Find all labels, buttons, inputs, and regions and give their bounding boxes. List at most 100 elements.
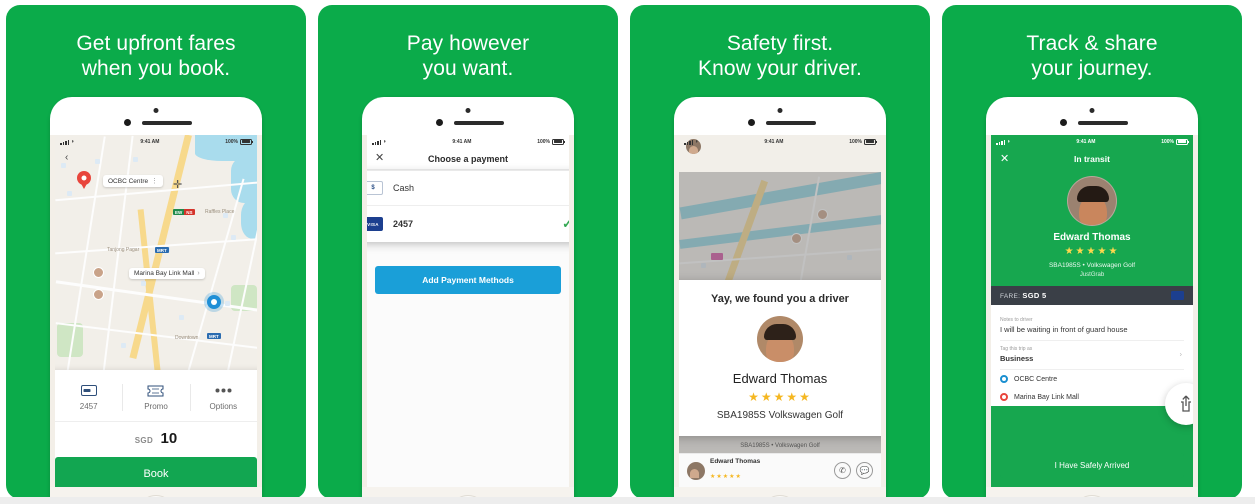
headline-line-1: Pay however bbox=[406, 32, 530, 55]
phone-screen-3: Driver on the way 50:00 G ◗ 9:41 AM 100% bbox=[679, 135, 881, 487]
status-time: 9:41 AM bbox=[1076, 138, 1096, 145]
battery-percent: 100% bbox=[225, 138, 238, 145]
close-icon[interactable]: ✕ bbox=[375, 153, 384, 164]
wifi-icon: ◗ bbox=[695, 138, 699, 145]
driver-rating-stars: ★★★★★ bbox=[748, 390, 812, 404]
sensor-icon bbox=[436, 119, 443, 126]
stop-dropoff: Marina Bay Link Mall bbox=[1000, 388, 1184, 406]
panel-1-headline: Get upfront fares when you book. bbox=[6, 5, 306, 81]
driver-name-small: Edward Thomas bbox=[710, 458, 761, 465]
driver-vehicle: SBA1985S • Volkswagen Golf bbox=[1048, 262, 1136, 269]
status-bar-1: ◗ 9:41 AM 100% bbox=[55, 135, 257, 148]
in-transit-view: ◗ 9:41 AM 100% ✕ In transit Edward Thoma… bbox=[991, 135, 1193, 487]
map-area-label-raffles: Raffles Place bbox=[205, 209, 235, 215]
driver-found-title: Yay, we found you a driver bbox=[711, 293, 849, 305]
dropoff-name: Marina Bay Link Mall bbox=[1014, 393, 1079, 401]
panel-track-share: Track & share your journey. ◗ 9:41 AM 10… bbox=[942, 5, 1242, 499]
fare-row: SGD 10 bbox=[55, 421, 257, 457]
tag-label: Tag this trip as bbox=[1000, 346, 1033, 352]
headline-line-1: Track & share bbox=[1026, 32, 1158, 55]
sensor-icon bbox=[1060, 119, 1067, 126]
payment-method-label: Cash bbox=[393, 183, 415, 193]
transit-header: ✕ In transit bbox=[991, 148, 1193, 170]
driver-avatar-thumb bbox=[687, 461, 705, 480]
phone-mockup-4: ◗ 9:41 AM 100% ✕ In transit Edward Thoma… bbox=[986, 97, 1198, 499]
battery-icon bbox=[863, 138, 877, 145]
signal-icon bbox=[996, 139, 1005, 145]
driver-vehicle: SBA1985S Volkswagen Golf bbox=[716, 410, 844, 421]
share-button[interactable] bbox=[1165, 383, 1193, 425]
phone-top-bezel bbox=[362, 97, 574, 135]
phone-screen-1: MRT MRT EW NS Raffles Place Tanjong Paga… bbox=[55, 135, 257, 487]
payment-method-card[interactable]: VISA 2457 ✓ bbox=[367, 205, 569, 242]
notes-row[interactable]: Notes to driver I will be waiting in fro… bbox=[1000, 312, 1184, 341]
option-promo[interactable]: Promo bbox=[122, 380, 189, 415]
wifi-icon: ◗ bbox=[383, 138, 387, 145]
option-more-label: Options bbox=[209, 402, 238, 411]
fare-currency: SGD bbox=[134, 436, 154, 445]
visa-card-icon bbox=[1171, 291, 1184, 300]
share-icon bbox=[1181, 395, 1191, 412]
sensor-icon bbox=[124, 119, 131, 126]
more-vert-icon: ⋮ bbox=[151, 178, 159, 185]
status-bar-4: ◗ 9:41 AM 100% bbox=[991, 135, 1193, 148]
mrt-tag-1: MRT bbox=[155, 247, 169, 253]
close-icon[interactable]: ✕ bbox=[1000, 153, 1009, 165]
panel-2-headline: Pay however you want. bbox=[318, 5, 618, 81]
headline-line-2: Know your driver. bbox=[698, 57, 862, 80]
payment-header-title: Choose a payment bbox=[427, 153, 509, 164]
mrt-tag-2: MRT bbox=[207, 333, 221, 339]
battery-percent: 100% bbox=[1161, 138, 1174, 145]
signal-icon bbox=[60, 139, 69, 145]
driver-photo bbox=[757, 316, 803, 362]
headline-line-2: when you book. bbox=[81, 57, 231, 80]
driver-name: Edward Thomas bbox=[732, 371, 828, 386]
earpiece-speaker bbox=[142, 121, 192, 125]
credit-card-icon bbox=[55, 382, 122, 399]
book-button[interactable]: Book bbox=[55, 457, 257, 487]
panel-3-headline: Safety first. Know your driver. bbox=[630, 5, 930, 81]
back-icon[interactable]: ‹ bbox=[65, 152, 68, 163]
chat-icon[interactable]: 💬 bbox=[856, 462, 873, 479]
option-more[interactable]: Options bbox=[189, 380, 257, 415]
footer-divider bbox=[0, 497, 1255, 504]
payment-header: ✕ Choose a payment bbox=[367, 148, 569, 170]
payment-method-cash[interactable]: $ Cash bbox=[367, 171, 569, 205]
origin-label[interactable]: OCBC Centre ⋮ bbox=[103, 175, 164, 187]
booking-card: 2457 Promo Options SGD 10 Book bbox=[55, 370, 257, 487]
earpiece-speaker bbox=[1078, 121, 1128, 125]
driver-contact-bar: Edward Thomas ★★★★★ ✆ 💬 bbox=[679, 453, 881, 487]
phone-top-bezel bbox=[986, 97, 1198, 135]
option-payment-label: 2457 bbox=[79, 402, 98, 411]
payment-methods-card: $ Cash VISA 2457 ✓ bbox=[367, 171, 569, 242]
front-camera-icon bbox=[153, 108, 159, 113]
trip-details-card: Notes to driver I will be waiting in fro… bbox=[991, 305, 1193, 406]
pickup-dot-icon bbox=[1000, 375, 1008, 383]
battery-percent: 100% bbox=[537, 138, 550, 145]
bottom-vehicle-line: SBA1985S • Volkswagen Golf bbox=[740, 443, 820, 449]
dropoff-dot-icon bbox=[1000, 393, 1008, 401]
sensor-icon bbox=[748, 119, 755, 126]
headline-line-1: Safety first. bbox=[726, 32, 834, 55]
option-payment[interactable]: 2457 bbox=[55, 380, 122, 415]
safely-arrived-button[interactable]: I Have Safely Arrived bbox=[1000, 453, 1184, 478]
add-payment-methods-button[interactable]: Add Payment Methods bbox=[375, 266, 561, 294]
destination-label[interactable]: Marina Bay Link Mall › bbox=[129, 268, 205, 279]
chevron-right-icon: › bbox=[197, 270, 200, 277]
map-area-label-downtown: Downtown bbox=[175, 335, 199, 341]
battery-percent: 100% bbox=[849, 138, 862, 145]
pickup-name: OCBC Centre bbox=[1014, 375, 1058, 383]
phone-icon[interactable]: ✆ bbox=[834, 462, 851, 479]
status-bar-3: ◗ 9:41 AM 100% bbox=[679, 135, 881, 148]
current-location-dot bbox=[207, 295, 221, 309]
tag-row[interactable]: Tag this trip as Business › bbox=[1000, 341, 1184, 370]
phone-mockup-1: MRT MRT EW NS Raffles Place Tanjong Paga… bbox=[50, 97, 262, 499]
status-time: 9:41 AM bbox=[140, 138, 160, 145]
wifi-icon: ◗ bbox=[1007, 138, 1011, 145]
driver-found-card: Yay, we found you a driver Edward Thomas… bbox=[679, 280, 881, 436]
headline-line-2: you want. bbox=[422, 57, 514, 80]
screenshot-gallery: Get upfront fares when you book. MRT MRT… bbox=[0, 0, 1255, 504]
phone-top-bezel bbox=[674, 97, 886, 135]
panel-payment: Pay however you want. ◗ 9:41 AM 100% ✕ C… bbox=[318, 5, 618, 499]
add-stop-icon[interactable]: ✛ bbox=[173, 178, 182, 191]
